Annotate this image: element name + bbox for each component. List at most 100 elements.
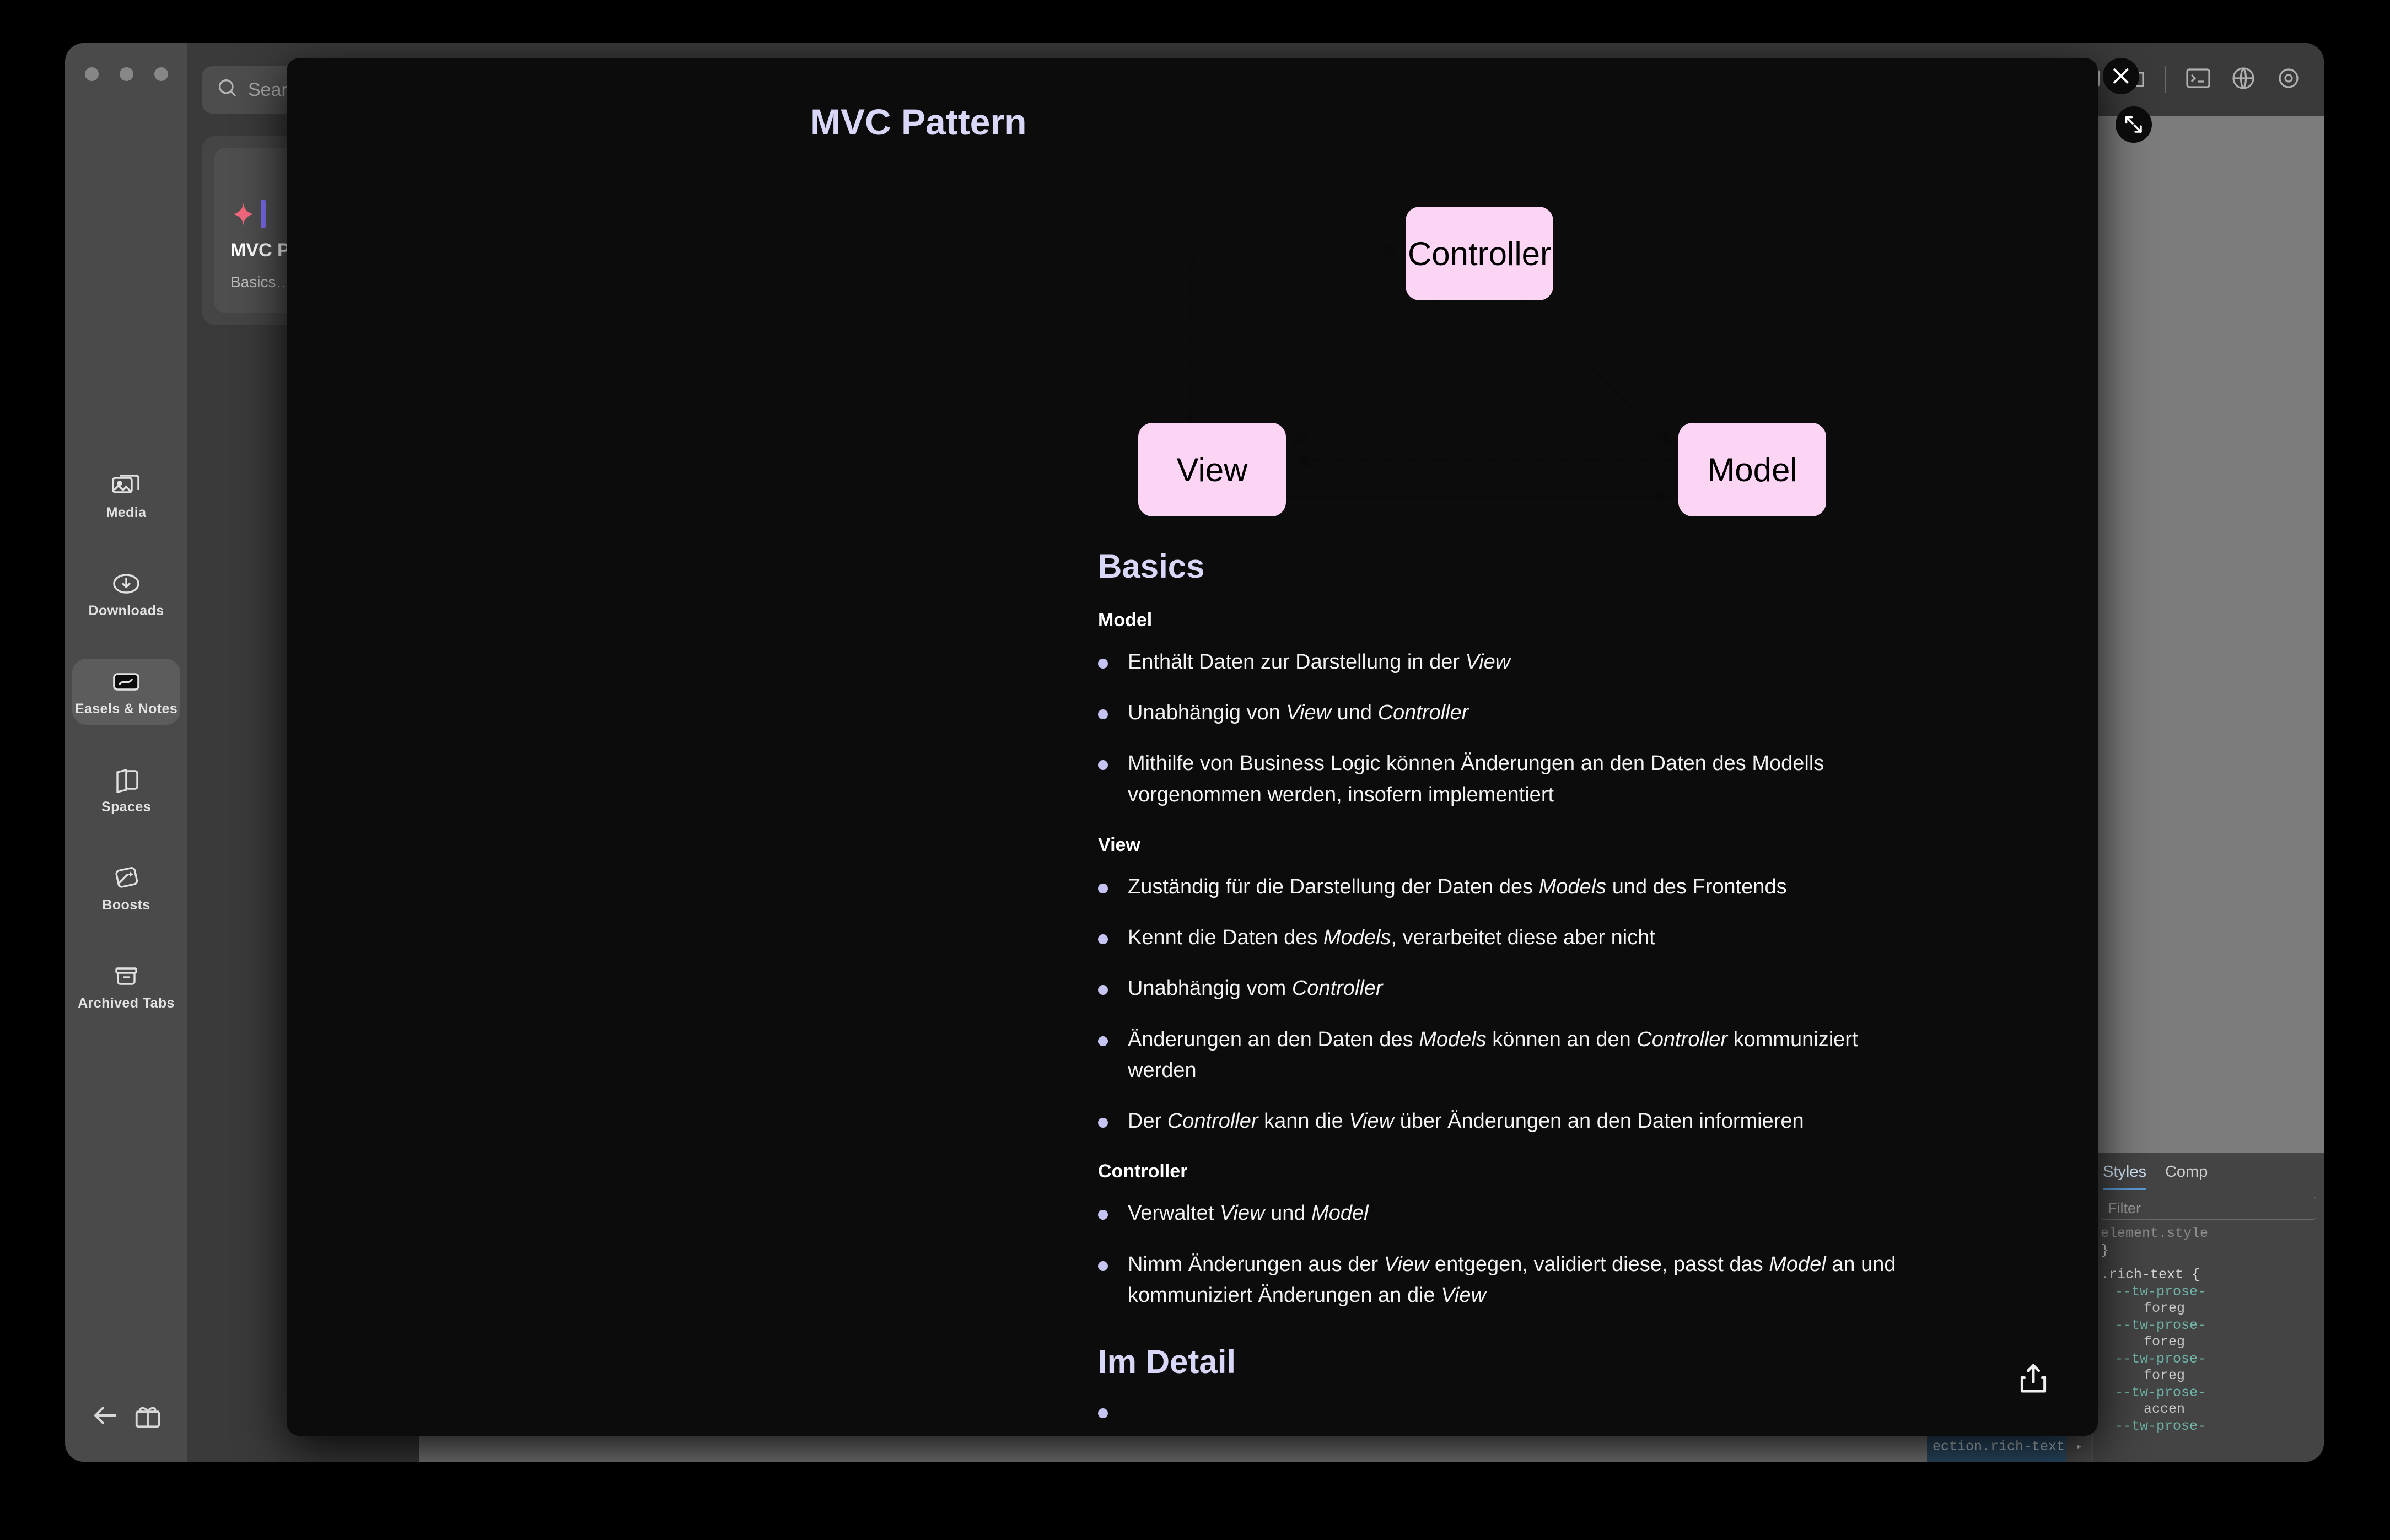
boosts-icon (111, 865, 142, 891)
list-item: Zuständig für die Darstellung der Daten … (1098, 871, 2010, 902)
bullet-icon (1098, 934, 1108, 945)
list-item-text: Mithilfe von Business Logic können Änder… (1128, 752, 1824, 806)
window-close-button[interactable] (84, 67, 99, 81)
expand-modal-button[interactable] (2116, 106, 2152, 143)
devtools-breadcrumb-label: ection.rich-text (1933, 1438, 2065, 1455)
section-heading-im-detail: Im Detail (1098, 1343, 1236, 1381)
diagram-node-model[interactable]: Model (1678, 423, 1826, 516)
list-item-text: Unabhängig von View und Controller (1128, 701, 1469, 725)
css-line: --tw-prose- (2115, 1384, 2206, 1401)
sidebar-nav: Media Downloads Easels & Notes Spaces Bo… (65, 462, 187, 1019)
sidebar-item-label: Easels & Notes (74, 701, 178, 717)
archive-icon (111, 963, 142, 989)
bullet-icon (1098, 1408, 1108, 1419)
devtools-tab-computed[interactable]: Comp (2165, 1163, 2208, 1190)
subheading-model: Model (1098, 610, 1153, 631)
list-item-text: Kennt die Daten des Models, verarbeitet … (1128, 926, 1655, 950)
devtools-filter-placeholder: Filter (2108, 1199, 2141, 1216)
download-icon (111, 570, 142, 597)
list-item: Nimm Änderungen aus der View entgegen, v… (1098, 1249, 2010, 1311)
note-preview-modal: MVC Pattern Controller View Model Basics… (287, 58, 2098, 1436)
media-icon (111, 472, 142, 499)
window-maximize-button[interactable] (154, 67, 168, 81)
sidebar-item-easels-and-notes[interactable]: Easels & Notes (72, 659, 180, 725)
css-line: element.style (2101, 1225, 2209, 1241)
css-line: --tw-prose- (2115, 1418, 2206, 1434)
diagram-node-view[interactable]: View (1138, 423, 1286, 516)
list-item-text: Verwaltet View und Model (1128, 1202, 1369, 1225)
list-item: Unabhängig von View und Controller (1098, 697, 2010, 728)
list-item: Der Controller kann die View über Änderu… (1098, 1106, 2010, 1137)
devtools-tab-styles[interactable]: Styles (2103, 1163, 2146, 1190)
page-title: MVC Pattern (810, 101, 1027, 142)
sidebar-item-media[interactable]: Media (72, 462, 180, 529)
bullet-list-controller: Verwaltet View und Model Nimm Änderungen… (1098, 1198, 2010, 1311)
diagram-node-controller[interactable]: Controller (1406, 207, 1553, 300)
bullet-icon (1098, 1210, 1108, 1220)
sidebar-item-label: Downloads (88, 603, 164, 618)
close-icon (2113, 68, 2129, 84)
close-modal-button[interactable] (2103, 58, 2139, 94)
bullet-icon (1098, 659, 1108, 669)
sidebar-item-boosts[interactable]: Boosts (72, 855, 180, 921)
sidebar-item-archived-tabs[interactable]: Archived Tabs (72, 953, 180, 1019)
bullet-icon (1098, 883, 1108, 893)
sidebar-item-label: Boosts (102, 897, 150, 913)
css-line: } (2101, 1242, 2109, 1258)
devtools-tabs: Styles Comp (2093, 1153, 2324, 1190)
css-line: .rich-text { (2101, 1267, 2200, 1283)
sidebar-item-label: Spaces (101, 799, 151, 815)
sidebar-item-label: Archived Tabs (78, 995, 175, 1011)
traffic-lights (84, 67, 168, 81)
subheading-view: View (1098, 834, 1140, 855)
css-line: foreg (2144, 1334, 2186, 1350)
list-item-text: Nimm Änderungen aus der View entgegen, v… (1128, 1252, 1896, 1307)
expand-icon (2125, 116, 2142, 133)
devtools-styles-pane: Styles Comp Filter element.style } .rich… (2092, 1153, 2324, 1462)
css-line: --tw-prose- (2115, 1350, 2206, 1367)
devtools-css-rules: element.style } .rich-text { --tw-prose-… (2093, 1220, 2324, 1435)
bullet-icon (1098, 985, 1108, 995)
sidebar-item-label: Media (106, 505, 147, 520)
mvc-diagram: Controller View Model (287, 174, 2098, 516)
subheading-controller: Controller (1098, 1161, 1188, 1182)
list-item-text: Der Controller kann die View über Änderu… (1128, 1110, 1804, 1133)
list-item: Enthält Daten zur Darstellung in der Vie… (1098, 647, 2010, 677)
css-line: foreg (2144, 1300, 2186, 1316)
settings-icon[interactable] (2275, 65, 2302, 94)
star-icon: ✦ (230, 197, 256, 233)
devtools-filter-input[interactable]: Filter (2101, 1197, 2316, 1220)
gift-icon[interactable] (133, 1401, 163, 1433)
css-line: --tw-prose- (2115, 1283, 2206, 1300)
list-item: Änderungen an den Daten des Models könne… (1098, 1024, 2010, 1086)
sidebar-item-downloads[interactable]: Downloads (72, 561, 180, 627)
back-arrow-icon[interactable] (90, 1401, 120, 1433)
bullet-icon (1098, 1036, 1108, 1046)
window-minimize-button[interactable] (119, 67, 133, 81)
sidebar-rail: Media Downloads Easels & Notes Spaces Bo… (65, 43, 187, 1462)
list-item: Kennt die Daten des Models, verarbeitet … (1098, 922, 2010, 953)
list-item: Verwaltet View und Model (1098, 1198, 2010, 1229)
toolbar-divider (2165, 66, 2166, 93)
desktop-background: ite ols 52:2">⋯</nav> ection.rich-text ▸… (0, 0, 2390, 1540)
list-item-text: Enthält Daten zur Darstellung in der Vie… (1128, 650, 1511, 674)
section-heading-basics: Basics (1098, 548, 1205, 585)
css-line: --tw-prose- (2115, 1317, 2206, 1333)
note-body: Basics Model Enthält Daten zur Darstellu… (1098, 547, 2098, 1419)
bullet-icon (1098, 709, 1108, 720)
share-button[interactable] (2015, 1361, 2052, 1397)
search-icon (216, 77, 238, 104)
list-item-text: Unabhängig vom Controller (1128, 977, 1383, 1000)
list-item: Unabhängig vom Controller (1098, 973, 2010, 1004)
sidebar-item-spaces[interactable]: Spaces (72, 757, 180, 823)
list-item: Mithilfe von Business Logic können Änder… (1098, 748, 2010, 810)
sidebar-footer (65, 1401, 187, 1462)
globe-icon[interactable] (2230, 65, 2257, 94)
bullet-icon (1098, 1118, 1108, 1128)
list-item-text: Zuständig für die Darstellung der Daten … (1128, 875, 1787, 898)
bullet-icon (1098, 1261, 1108, 1271)
easel-icon (111, 669, 142, 695)
bullet-list-im-detail (1098, 1396, 2010, 1419)
css-line: foreg (2144, 1367, 2186, 1383)
terminal-icon[interactable] (2185, 65, 2211, 94)
